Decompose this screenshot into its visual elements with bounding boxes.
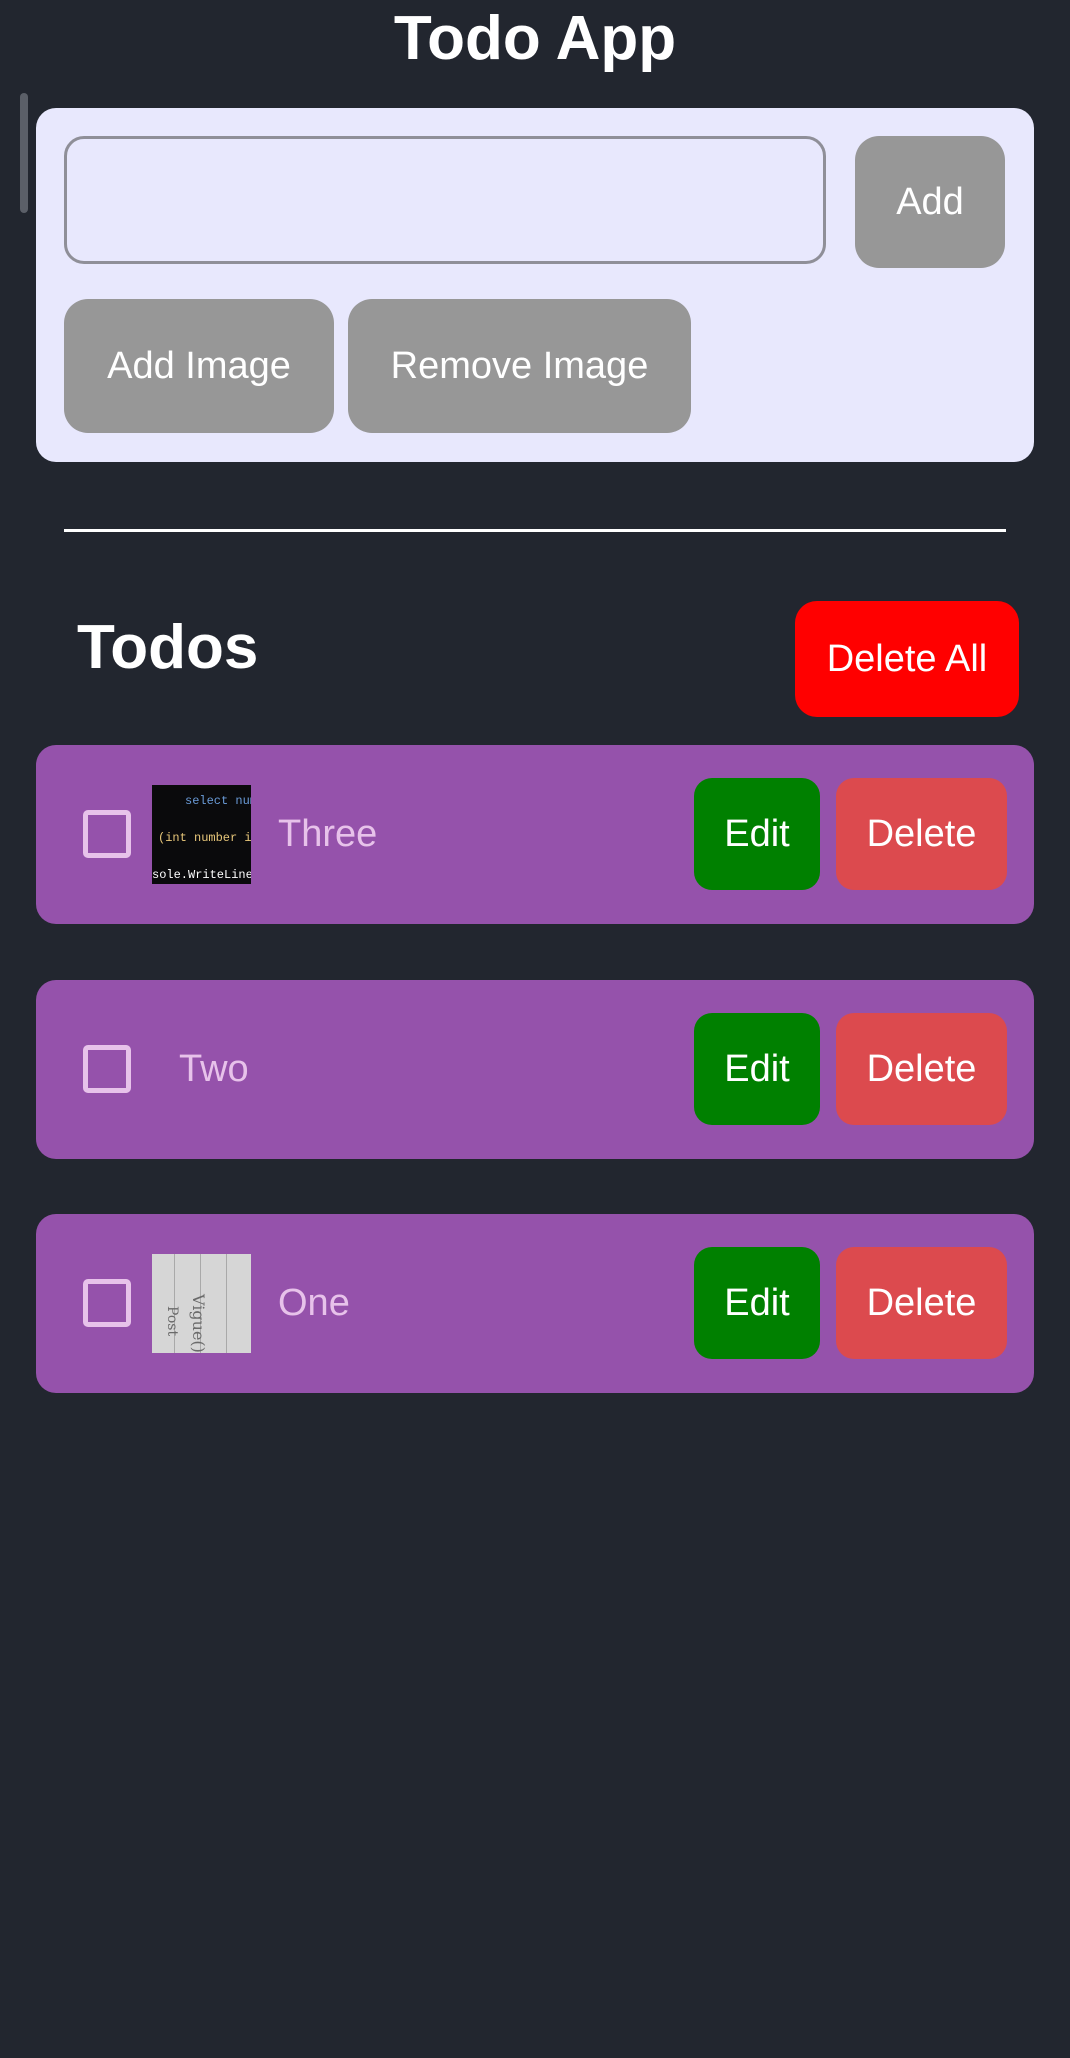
delete-button[interactable]: Delete bbox=[836, 1013, 1007, 1125]
handwriting-line: Post bbox=[164, 1306, 180, 1337]
code-line: (int number in bbox=[158, 831, 251, 845]
code-line: sole.WriteLine( bbox=[152, 868, 251, 882]
todo-input[interactable] bbox=[64, 136, 826, 264]
delete-button[interactable]: Delete bbox=[836, 778, 1007, 890]
todo-checkbox[interactable] bbox=[83, 1045, 131, 1093]
add-button[interactable]: Add bbox=[855, 136, 1005, 268]
scrollbar[interactable] bbox=[20, 93, 28, 213]
add-image-button[interactable]: Add Image bbox=[64, 299, 334, 433]
todos-heading: Todos bbox=[77, 613, 259, 682]
divider bbox=[64, 529, 1006, 532]
todo-checkbox[interactable] bbox=[83, 810, 131, 858]
delete-all-button[interactable]: Delete All bbox=[795, 601, 1019, 717]
edit-button[interactable]: Edit bbox=[694, 778, 820, 890]
edit-button[interactable]: Edit bbox=[694, 1247, 820, 1359]
todo-text: Three bbox=[278, 813, 378, 855]
delete-button[interactable]: Delete bbox=[836, 1247, 1007, 1359]
todo-item: select num (int number in sole.WriteLine… bbox=[36, 745, 1034, 924]
app-title: Todo App bbox=[393, 4, 677, 73]
todo-text: One bbox=[278, 1282, 350, 1324]
todo-item: Vigue(); Post One Edit Delete bbox=[36, 1214, 1034, 1393]
todo-checkbox[interactable] bbox=[83, 1279, 131, 1327]
todo-image-thumbnail: select num (int number in sole.WriteLine… bbox=[152, 785, 251, 884]
handwriting-line: Vigue(); bbox=[189, 1294, 208, 1353]
remove-image-button[interactable]: Remove Image bbox=[348, 299, 691, 433]
todo-text: Two bbox=[179, 1048, 249, 1090]
todo-item: Two Edit Delete bbox=[36, 980, 1034, 1159]
edit-button[interactable]: Edit bbox=[694, 1013, 820, 1125]
input-card: Add Add Image Remove Image bbox=[36, 108, 1034, 462]
todo-image-thumbnail: Vigue(); Post bbox=[152, 1254, 251, 1353]
code-line: select num bbox=[185, 794, 251, 808]
